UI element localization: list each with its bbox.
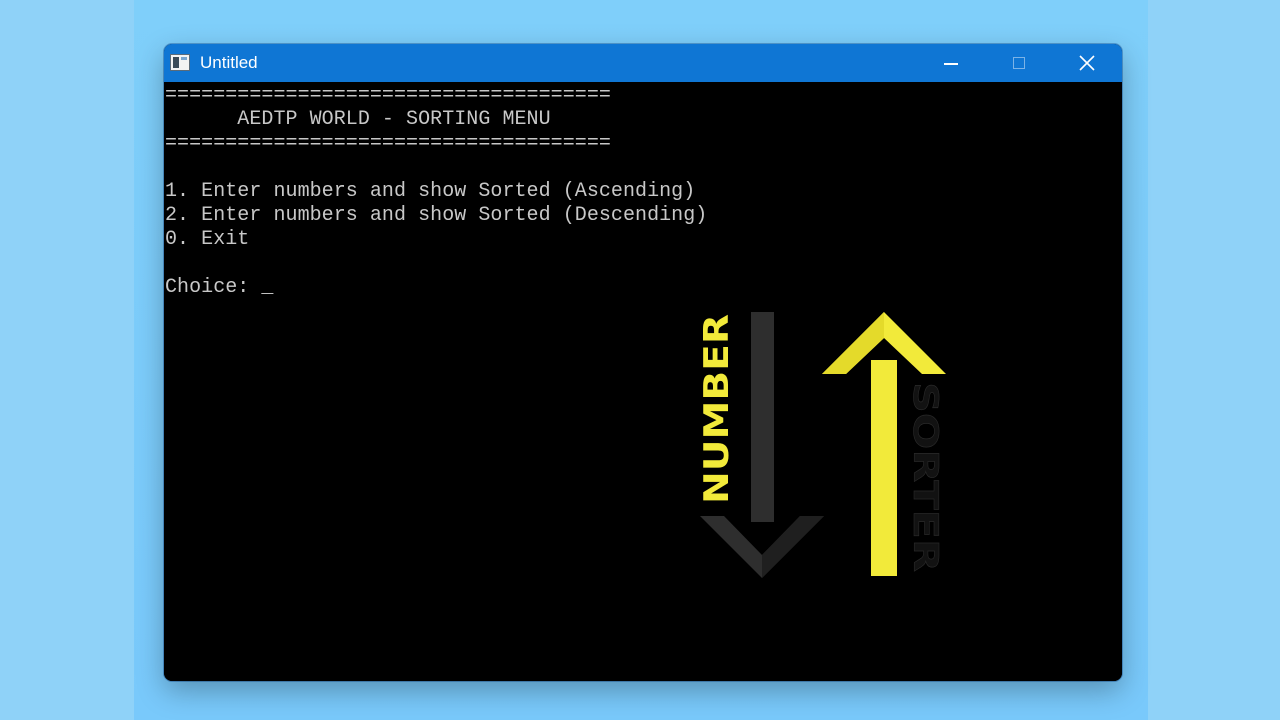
console-app-icon[interactable] bbox=[170, 54, 190, 71]
menu-separator-top: ===================================== bbox=[165, 84, 611, 107]
window-title: Untitled bbox=[200, 53, 258, 72]
logo-word-number: NUMBER bbox=[697, 314, 737, 504]
close-button[interactable] bbox=[1064, 44, 1110, 82]
menu-separator-bottom: ===================================== bbox=[165, 132, 611, 155]
menu-option-descending: 2. Enter numbers and show Sorted (Descen… bbox=[165, 204, 708, 227]
desktop-background-right bbox=[1148, 0, 1280, 720]
close-icon bbox=[1079, 55, 1095, 71]
maximize-button[interactable] bbox=[996, 44, 1042, 82]
minimize-icon bbox=[944, 63, 958, 65]
logo-word-sorter: SORTER bbox=[905, 382, 945, 572]
desktop-background-left bbox=[0, 0, 134, 720]
menu-option-exit: 0. Exit bbox=[165, 228, 250, 251]
minimize-button[interactable] bbox=[928, 44, 974, 82]
console-output[interactable]: ===================================== AE… bbox=[164, 82, 1122, 681]
choice-prompt[interactable]: Choice: _ bbox=[165, 276, 273, 300]
menu-option-ascending: 1. Enter numbers and show Sorted (Ascend… bbox=[165, 180, 696, 203]
number-sorter-logo: NUMBER SORTER bbox=[697, 312, 946, 578]
console-window[interactable]: Untitled ===============================… bbox=[164, 44, 1122, 681]
maximize-icon bbox=[1013, 57, 1025, 69]
title-bar[interactable]: Untitled bbox=[164, 44, 1122, 82]
menu-title: AEDTP WORLD - SORTING MENU bbox=[165, 108, 551, 131]
